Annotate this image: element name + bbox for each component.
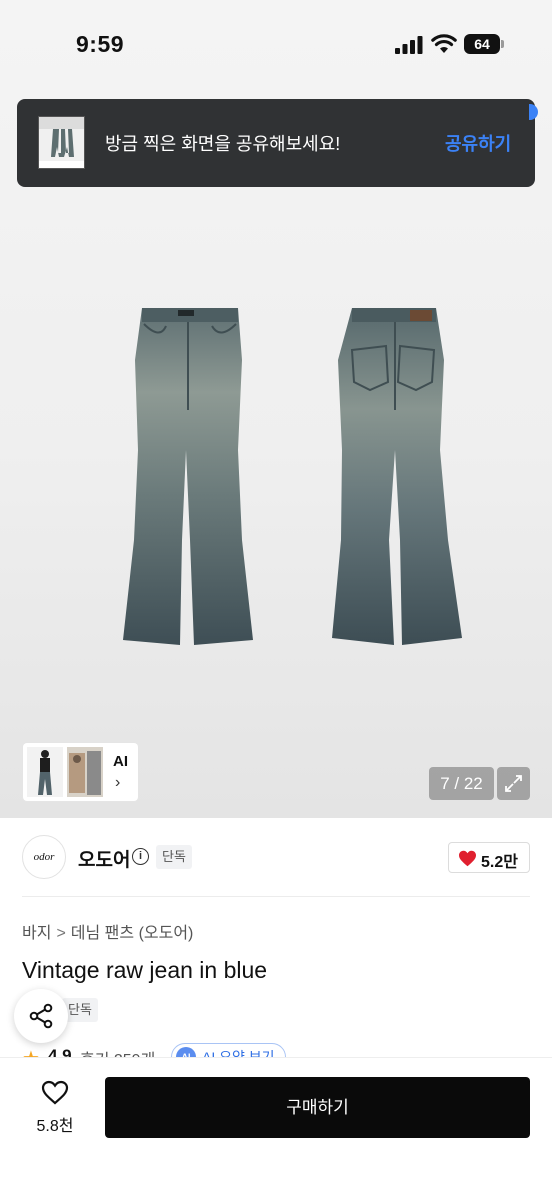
divider xyxy=(22,896,530,897)
buy-button[interactable]: 구매하기 xyxy=(105,1077,530,1138)
status-bar: 9:59 64 xyxy=(0,0,552,90)
breadcrumb: 바지 > 데님 팬츠 (오도어) xyxy=(22,919,193,943)
related-look-thumbnail xyxy=(67,747,103,797)
battery-level: 64 xyxy=(474,36,490,52)
wishlist-button[interactable]: 5.8천 xyxy=(30,1078,80,1138)
breadcrumb-category[interactable]: 바지 xyxy=(22,919,51,943)
image-page-indicator: 7 / 22 xyxy=(429,767,494,800)
expand-icon xyxy=(505,775,522,792)
product-image-jeans xyxy=(123,308,462,645)
wifi-icon xyxy=(431,34,457,53)
ai-related-label: AI xyxy=(113,753,128,770)
exclusive-badge: 단독 xyxy=(156,845,192,869)
brand-like-button[interactable]: 5.2만 xyxy=(448,842,530,873)
product-page: 9:59 64 방금 찍은 화면을 공유해보세요! 공유하기 AI › 7 / … xyxy=(0,0,552,1200)
brand-like-count: 5.2만 xyxy=(481,854,518,871)
toast-message: 방금 찍은 화면을 공유해보세요! xyxy=(105,134,341,154)
heart-outline-icon xyxy=(41,1080,69,1105)
breadcrumb-subcategory[interactable]: 데님 팬츠 (오도어) xyxy=(71,919,194,943)
product-image-gallery[interactable]: 9:59 64 방금 찍은 화면을 공유해보세요! 공유하기 AI › 7 / … xyxy=(0,0,552,818)
brand-name[interactable]: 오도어 xyxy=(78,845,130,872)
share-now-button[interactable]: 공유하기 xyxy=(445,130,511,156)
screenshot-thumbnail[interactable] xyxy=(38,116,85,169)
battery-icon: 64 xyxy=(464,34,504,54)
expand-image-button[interactable] xyxy=(497,767,530,800)
cellular-signal-icon xyxy=(395,36,423,54)
related-look-thumbnail xyxy=(27,747,63,797)
share-icon xyxy=(29,1003,53,1029)
wishlist-count: 5.8천 xyxy=(36,1118,74,1135)
product-title: Vintage raw jean in blue xyxy=(22,957,268,983)
info-icon[interactable]: i xyxy=(132,848,149,865)
brand-logo[interactable]: odor xyxy=(22,835,66,879)
related-looks-card[interactable]: AI › xyxy=(23,743,138,801)
status-time: 9:59 xyxy=(76,31,125,57)
heart-filled-icon xyxy=(459,850,476,867)
toast-edge-indicator xyxy=(529,104,538,120)
bottom-action-bar: 5.8천 구매하기 xyxy=(0,1057,552,1200)
share-button[interactable] xyxy=(14,989,68,1043)
share-toast: 방금 찍은 화면을 공유해보세요! 공유하기 xyxy=(17,99,535,187)
chevron-right-icon: › xyxy=(115,774,121,791)
breadcrumb-separator: > xyxy=(56,925,66,942)
